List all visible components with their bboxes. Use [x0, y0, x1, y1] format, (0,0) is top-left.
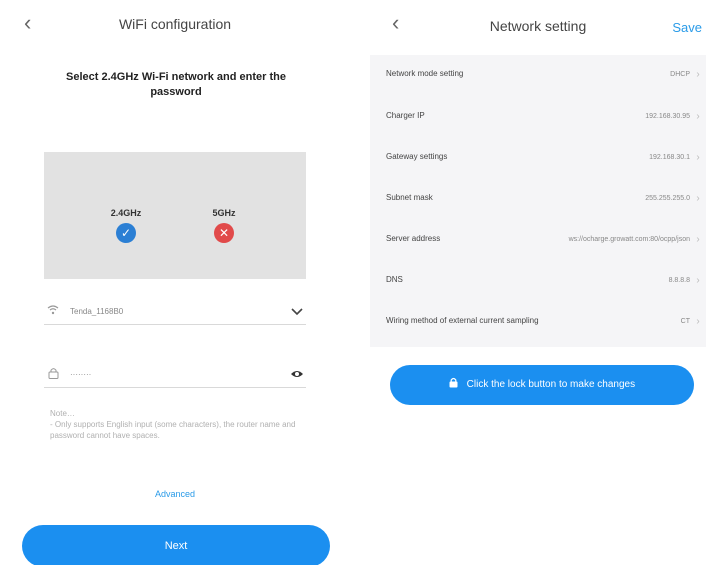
chevron-right-icon: ›: [696, 192, 700, 204]
settings-row-server-address[interactable]: Server address ws://ocharge.growatt.com:…: [370, 225, 706, 253]
page-title: WiFi configuration: [118, 16, 232, 32]
lock-icon: [44, 367, 62, 382]
settings-row-value: 192.168.30.1: [649, 153, 690, 161]
wifi-configuration-screen: ‹ WiFi configuration Select 2.4GHz Wi-Fi…: [0, 0, 350, 565]
band-illustration: 2.4GHz ✓ 5GHz ✕: [44, 152, 306, 279]
lock-button[interactable]: Click the lock button to make changes: [390, 365, 694, 405]
settings-row-dns[interactable]: DNS 8.8.8.8 ›: [370, 270, 706, 290]
network-setting-screen: ‹ Network setting Save Network mode sett…: [370, 0, 706, 565]
settings-row-value: DHCP: [670, 70, 690, 78]
ssid-field[interactable]: Tenda_1168B0: [44, 299, 306, 325]
settings-row-charger-ip[interactable]: Charger IP 192.168.30.95 ›: [370, 106, 706, 126]
settings-row-subnet-mask[interactable]: Subnet mask 255.255.255.0 ›: [370, 188, 706, 208]
save-button[interactable]: Save: [672, 20, 702, 35]
settings-list: Network mode setting DHCP › Charger IP 1…: [370, 55, 706, 347]
chevron-right-icon: ›: [696, 274, 700, 286]
settings-row-value: 8.8.8.8: [668, 276, 690, 284]
chevron-right-icon: ›: [696, 151, 700, 163]
settings-row-label: Server address: [386, 234, 441, 243]
settings-row-value: ws://ocharge.growatt.com:80/ocpp/json: [568, 235, 690, 243]
wifi-icon: [44, 305, 62, 318]
settings-row-label: Gateway settings: [386, 152, 448, 161]
band-5ghz: 5GHz ✕: [194, 208, 254, 243]
instruction-text: Select 2.4GHz Wi-Fi network and enter th…: [66, 71, 286, 98]
password-field[interactable]: ········: [44, 362, 306, 388]
page-title: Network setting: [489, 18, 587, 34]
settings-row-wiring-method[interactable]: Wiring method of external current sampli…: [370, 308, 706, 334]
lock-button-label: Click the lock button to make changes: [466, 379, 636, 390]
chevron-right-icon: ›: [696, 233, 700, 245]
settings-row-value: CT: [680, 317, 690, 325]
ssid-value[interactable]: Tenda_1168B0: [62, 307, 288, 316]
eye-icon[interactable]: [288, 367, 306, 382]
settings-row-network-mode[interactable]: Network mode setting DHCP ›: [370, 64, 706, 84]
settings-row-label: Network mode setting: [386, 69, 464, 78]
chevron-right-icon: ›: [696, 68, 700, 80]
band-24ghz: 2.4GHz ✓: [96, 208, 156, 243]
chevron-right-icon: ›: [696, 315, 700, 327]
next-button[interactable]: Next: [22, 525, 330, 565]
check-icon: ✓: [116, 223, 136, 243]
lock-icon: [449, 377, 461, 390]
settings-row-label: Subnet mask: [386, 193, 433, 202]
note-text: Note… - Only supports English input (som…: [50, 409, 296, 440]
advanced-link[interactable]: Advanced: [0, 489, 350, 499]
band-24ghz-label: 2.4GHz: [110, 208, 142, 218]
band-5ghz-label: 5GHz: [212, 208, 236, 218]
settings-row-label: Wiring method of external current sampli…: [386, 316, 539, 325]
settings-row-gateway[interactable]: Gateway settings 192.168.30.1 ›: [370, 147, 706, 167]
settings-row-label: Charger IP: [386, 111, 425, 120]
settings-row-value: 255.255.255.0: [645, 194, 690, 202]
chevron-right-icon: ›: [696, 110, 700, 122]
chevron-down-icon[interactable]: [288, 304, 306, 319]
password-input[interactable]: ········: [62, 370, 288, 379]
settings-row-label: DNS: [386, 275, 403, 284]
cross-icon: ✕: [214, 223, 234, 243]
settings-row-value: 192.168.30.95: [645, 112, 690, 120]
